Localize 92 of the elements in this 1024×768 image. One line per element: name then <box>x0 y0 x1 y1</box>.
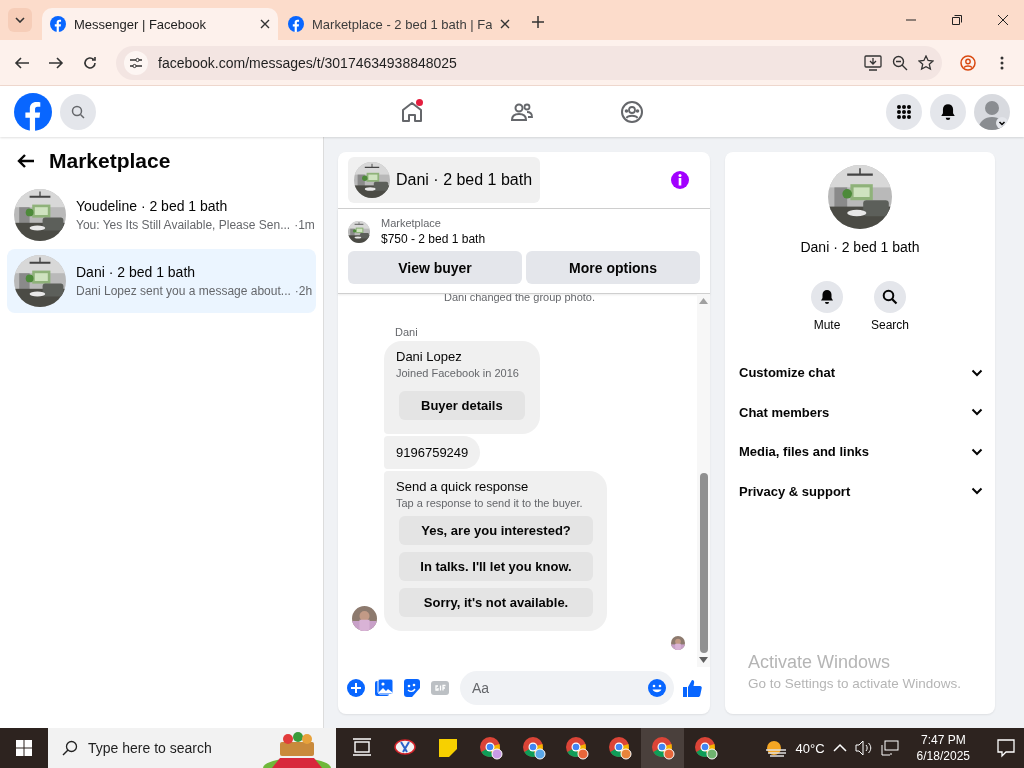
groups-icon[interactable] <box>620 99 644 124</box>
scroll-down-icon[interactable] <box>699 657 708 663</box>
conversation-name: Dani · 2 bed 1 bath <box>800 239 920 255</box>
browser-icon[interactable] <box>693 736 718 760</box>
account-button[interactable] <box>974 93 1010 130</box>
quick-reply-button[interactable]: Yes, are you interested? <box>399 516 593 545</box>
chevron-down-icon <box>971 368 983 377</box>
activation-message: Go to Settings to activate Windows. <box>748 676 962 691</box>
bell-icon <box>939 102 957 121</box>
chevron-up-icon[interactable] <box>832 743 847 753</box>
quick-response-title: Send a quick response <box>396 479 530 494</box>
action-button[interactable]: View buyer <box>348 251 522 284</box>
temperature: 40°C <box>795 740 825 756</box>
thumbs-up-icon[interactable] <box>682 677 702 698</box>
browser-icon[interactable] <box>607 736 632 760</box>
collapsible-section-header[interactable]: Privacy & support <box>739 471 983 511</box>
facebook-logo-icon <box>288 16 304 32</box>
conversation-title: Youdeline · 2 bed 1 bath <box>76 198 229 214</box>
chevron-down-icon <box>971 408 983 417</box>
sticker-icon[interactable] <box>402 677 422 698</box>
install-app-icon[interactable] <box>864 54 882 71</box>
notifications-button[interactable] <box>930 93 966 130</box>
conversation-title: Dani · 2 bed 1 bath <box>76 264 197 280</box>
clock-date: 6/18/2025 <box>916 748 970 764</box>
chevron-down-icon <box>971 447 983 456</box>
facebook-logo-icon[interactable] <box>14 92 52 131</box>
bell-icon <box>819 289 835 305</box>
search-icon <box>71 104 85 119</box>
quick-reply-button[interactable]: Sorry, it's not available. <box>399 588 593 617</box>
sender-name: Dani <box>395 326 419 338</box>
photo-icon[interactable] <box>374 677 394 698</box>
menu-button[interactable] <box>886 93 922 130</box>
plus-icon[interactable] <box>532 16 545 28</box>
plus-circle-icon[interactable] <box>346 677 366 698</box>
search-button[interactable] <box>60 93 96 130</box>
windows-start-icon[interactable] <box>16 740 32 756</box>
timestamp: ·2h <box>294 284 313 298</box>
browser-icon[interactable] <box>564 736 589 760</box>
listing-label: Marketplace <box>381 217 442 229</box>
conversation-item[interactable]: Youdeline · 2 bed 1 bath You: Yes Its Still Available, Please Sen... ·1m <box>7 183 316 247</box>
taskbar-search-field[interactable]: Type here to search <box>48 728 336 768</box>
browser-icon[interactable] <box>650 736 675 760</box>
speaker-icon[interactable] <box>854 740 873 756</box>
address-bar[interactable]: facebook.com/messages/t/30174634938848025 <box>116 45 942 80</box>
message-preview: Dani Lopez sent you a message about... <box>76 284 291 298</box>
home-icon[interactable] <box>400 99 424 124</box>
sidebar-title: Marketplace <box>49 149 171 173</box>
forward-arrow-icon[interactable] <box>48 54 64 71</box>
chat-title-button[interactable]: Dani · 2 bed 1 bath <box>348 157 541 203</box>
back-arrow-icon[interactable] <box>17 153 35 169</box>
message-bubble: 9196759249 <box>384 436 481 469</box>
emoji-icon[interactable] <box>647 677 667 698</box>
close-icon[interactable] <box>500 19 511 29</box>
chevron-down-icon <box>971 487 983 496</box>
collapsible-section-header[interactable]: Media, files and links <box>739 432 983 472</box>
scrollbar[interactable] <box>697 294 710 667</box>
back-arrow-icon[interactable] <box>14 54 30 71</box>
profile-icon[interactable] <box>960 54 976 71</box>
close-icon[interactable] <box>260 19 270 29</box>
listing-title: $750 - 2 bed 1 bath <box>381 232 486 246</box>
caret-icon <box>15 17 25 23</box>
message-preview: You: Yes Its Still Available, Please Sen... <box>76 218 291 232</box>
buyer-details-button[interactable]: Buyer details <box>399 391 525 420</box>
conversation-item[interactable]: Dani · 2 bed 1 bath Dani Lopez sent you a message about... ·2h <box>7 249 316 313</box>
info-icon[interactable] <box>670 170 690 190</box>
timestamp: ·1m <box>294 218 315 232</box>
message-input[interactable]: Aa <box>460 670 674 705</box>
collapsible-section-header[interactable]: Chat members <box>739 392 983 432</box>
star-icon[interactable] <box>918 54 934 71</box>
profile-subtitle: Joined Facebook in 2016 <box>396 367 520 379</box>
weather-icon[interactable] <box>763 738 788 758</box>
browser-tab[interactable]: Marketplace - 2 bed 1 bath | Fa <box>280 8 519 40</box>
search-icon <box>882 289 898 305</box>
search-icon <box>62 740 78 756</box>
browser-icon[interactable] <box>478 736 503 760</box>
quick-reply-button[interactable]: In talks. I'll let you know. <box>399 552 593 581</box>
grid-icon <box>896 103 912 120</box>
browser-tab[interactable]: Messenger | Facebook <box>42 8 278 40</box>
site-settings-icon[interactable] <box>129 55 143 70</box>
browser-icon[interactable] <box>521 736 546 760</box>
profile-name: Dani Lopez <box>396 349 463 364</box>
activation-title: Activate Windows <box>748 652 892 673</box>
reload-icon[interactable] <box>82 54 98 71</box>
tab-search-button[interactable] <box>8 8 32 32</box>
system-message: Dani changed the group photo. <box>442 294 597 305</box>
zoom-icon[interactable] <box>892 54 908 71</box>
quick-response-subtitle: Tap a response to send it to the buyer. <box>396 497 584 509</box>
collapsible-section-header[interactable]: Customize chat <box>739 353 983 393</box>
network-icon[interactable] <box>880 740 899 756</box>
facebook-logo-icon <box>50 16 66 32</box>
clock-time: 7:47 PM <box>919 732 967 748</box>
action-button[interactable]: More options <box>526 251 700 284</box>
